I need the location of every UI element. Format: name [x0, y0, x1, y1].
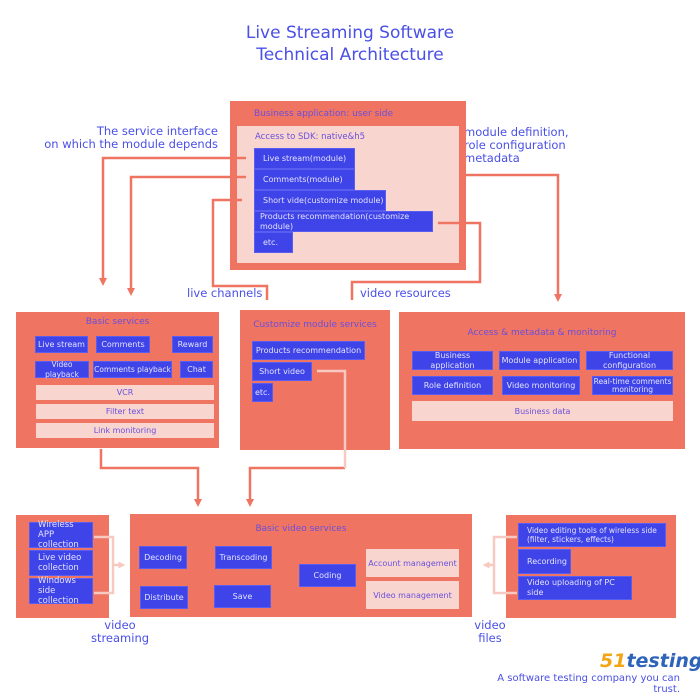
video-save[interactable]: Save: [214, 585, 271, 608]
company-logo: 51testing: [600, 650, 700, 672]
module-comments[interactable]: Comments(module): [254, 169, 355, 190]
customize-module-services-panel: Customize module services Products recom…: [240, 310, 390, 450]
video-files-label: video files: [470, 619, 510, 645]
module-products-recommendation[interactable]: Products recommendation(customize module…: [254, 211, 433, 232]
logo-text: testing: [626, 650, 700, 672]
connector-comments-to-basic: [127, 175, 246, 296]
module-live-stream[interactable]: Live stream(module): [254, 148, 355, 169]
connector-customize-to-video: [246, 466, 345, 507]
basic-services-title: Basic services: [85, 317, 150, 327]
title-line-2: Technical Architecture: [256, 45, 444, 65]
title-line-1: Live Streaming Software: [245, 23, 455, 43]
connector-basic-to-video: [99, 449, 202, 507]
meta-functional-configuration[interactable]: Functional configuration: [586, 351, 673, 370]
meta-video-monitoring[interactable]: Video monitoring: [502, 376, 580, 395]
connector-live-stream-to-basic: [99, 156, 246, 286]
diagram-title: Live Streaming Software Technical Archit…: [0, 22, 700, 66]
module-short-video[interactable]: Short vide(customize module): [254, 190, 386, 211]
video-distribute[interactable]: Distribute: [140, 586, 188, 609]
collection-panel: Wireless APP collection Live video colle…: [16, 515, 109, 618]
video-streaming-line-2: streaming: [90, 631, 150, 645]
customize-services-title: Customize module services: [253, 320, 377, 330]
collection-live-video[interactable]: Live video collection: [29, 550, 93, 576]
collection-windows-side[interactable]: Windows side collection: [29, 576, 93, 606]
module-def-line-3: metadata: [464, 151, 520, 165]
basic-filter-text[interactable]: Filter text: [36, 404, 214, 419]
access-metadata-title: Access & metadata & monitoring: [467, 328, 617, 338]
meta-business-application[interactable]: Business application: [412, 351, 493, 370]
meta-realtime-comments-monitoring[interactable]: Real-time comments monitoring: [592, 376, 673, 395]
basic-link-monitoring[interactable]: Link monitoring: [36, 423, 214, 438]
sdk-access-area: Access to SDK: native&h5 Live stream(mod…: [237, 126, 459, 263]
video-editing-panel: Video editing tools of wireless side (fi…: [506, 515, 676, 618]
company-tagline: A software testing company you can trust…: [497, 673, 680, 695]
meta-role-definition[interactable]: Role definition: [412, 376, 493, 395]
basic-chat[interactable]: Chat: [180, 361, 213, 378]
basic-live-stream[interactable]: Live stream: [35, 336, 88, 353]
live-channels-label: live channels: [187, 286, 263, 300]
customize-products-recommendation[interactable]: Products recommendation: [252, 341, 365, 360]
video-files-line-2: files: [478, 631, 502, 645]
video-resources-label: video resources: [360, 286, 451, 300]
basic-comments-playback[interactable]: Comments playback: [93, 361, 172, 378]
sdk-access-title: Access to SDK: native&h5: [255, 132, 366, 142]
editing-recording[interactable]: Recording: [518, 549, 571, 574]
module-etc[interactable]: etc.: [254, 232, 293, 253]
collection-wireless-app[interactable]: Wireless APP collection: [29, 520, 93, 550]
connector-metadata: [466, 173, 562, 302]
business-application-panel: Business application: user side Access t…: [230, 101, 466, 270]
basic-services-panel: Basic services Live stream Comments Rewa…: [16, 312, 219, 448]
basic-video-playback[interactable]: Video playback: [35, 360, 89, 379]
logo-number: 51: [600, 650, 627, 672]
basic-vcr[interactable]: VCR: [36, 385, 214, 400]
business-application-title: Business application: user side: [254, 109, 394, 119]
basic-comments[interactable]: Comments: [96, 336, 150, 353]
access-metadata-monitoring-panel: Access & metadata & monitoring Business …: [399, 312, 685, 449]
service-interface-label: The service interface on which the modul…: [40, 125, 218, 151]
basic-video-services-panel: Basic video services Decoding Transcodin…: [130, 514, 472, 617]
meta-module-application[interactable]: Module application: [499, 351, 580, 370]
video-management[interactable]: Video management: [366, 581, 459, 609]
video-transcoding[interactable]: Transcoding: [215, 546, 272, 569]
customize-short-video[interactable]: Short video: [252, 362, 312, 381]
account-management[interactable]: Account management: [366, 549, 459, 577]
video-decoding[interactable]: Decoding: [139, 546, 187, 569]
basic-video-title: Basic video services: [255, 524, 347, 534]
editing-pc-upload[interactable]: Video uploading of PC side: [518, 576, 632, 600]
video-coding[interactable]: Coding: [299, 564, 356, 587]
basic-reward[interactable]: Reward: [172, 336, 213, 353]
meta-business-data[interactable]: Business data: [412, 401, 673, 421]
service-interface-line-2: on which the module depends: [44, 137, 218, 151]
module-definition-label: module definition, role configuration me…: [464, 126, 594, 165]
editing-wireless-tools[interactable]: Video editing tools of wireless side (fi…: [518, 523, 666, 547]
customize-etc[interactable]: etc.: [252, 383, 273, 402]
video-streaming-label: video streaming: [80, 619, 160, 645]
